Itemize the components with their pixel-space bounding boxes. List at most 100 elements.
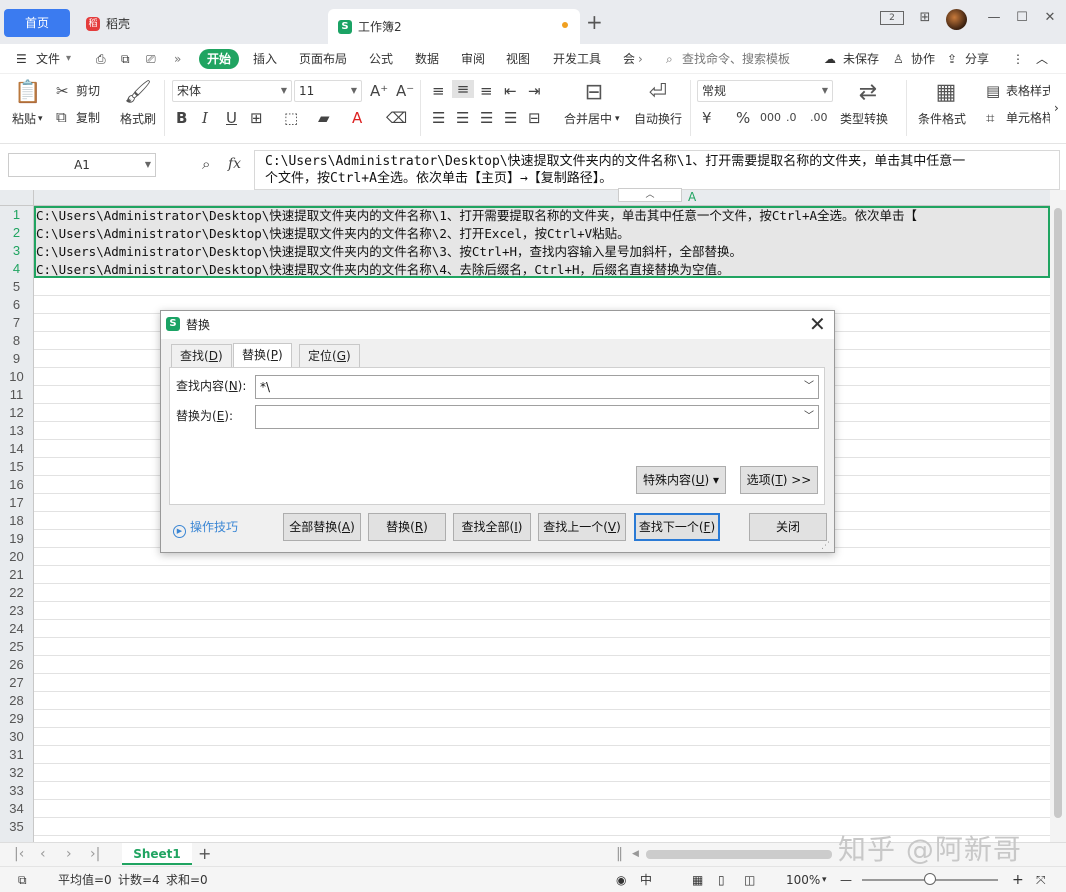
decrease-font-icon[interactable]: A⁻ xyxy=(396,82,414,100)
align-bottom-icon[interactable]: ≡ xyxy=(480,82,493,100)
new-tab-plus-icon[interactable]: + xyxy=(586,12,603,32)
export-pdf-icon[interactable]: ⧉ xyxy=(121,50,130,68)
decrease-indent-icon[interactable]: ⇤ xyxy=(504,82,517,100)
menu-view[interactable]: 视图 xyxy=(506,50,530,68)
replace-all-button[interactable]: 全部替换(A) xyxy=(283,513,361,541)
align-left-icon[interactable]: ☰ xyxy=(432,109,445,127)
row-header[interactable]: 13 xyxy=(0,422,33,440)
add-sheet-plus-icon[interactable]: + xyxy=(198,845,211,863)
zoom-out-icon[interactable]: — xyxy=(840,872,852,888)
prev-sheet-icon[interactable]: ‹ xyxy=(40,845,46,863)
format-painter-button[interactable]: 格式刷 xyxy=(120,111,156,127)
fullscreen-icon[interactable]: ⤧ xyxy=(1036,872,1046,888)
merge-center-button[interactable]: 合并居中 xyxy=(564,111,612,127)
menu-developer[interactable]: 开发工具 xyxy=(553,50,601,68)
percent-icon[interactable]: % xyxy=(736,109,750,127)
row-header[interactable]: 28 xyxy=(0,692,33,710)
user-avatar[interactable] xyxy=(946,9,967,30)
cell-a2[interactable]: C:\Users\Administrator\Desktop\快速提取文件夹内的… xyxy=(36,225,1048,243)
menu-data[interactable]: 数据 xyxy=(415,50,439,68)
number-format-select[interactable]: 常规 ▼ xyxy=(697,80,833,102)
macro-record-icon[interactable]: ⧉ xyxy=(18,872,27,888)
row-header[interactable]: 11 xyxy=(0,386,33,404)
row-header[interactable]: 15 xyxy=(0,458,33,476)
cell-border-style-icon[interactable]: ⬚ xyxy=(284,109,298,127)
page-layout-view-icon[interactable]: ▯ xyxy=(718,872,725,888)
eye-protect-icon[interactable]: ◉ xyxy=(616,872,626,888)
ribbon-scroll-right-icon[interactable]: › xyxy=(1054,100,1059,116)
row-header[interactable]: 4 xyxy=(0,260,33,278)
type-convert-icon[interactable]: ⇄ xyxy=(854,80,882,106)
clear-eraser-icon[interactable]: ⌫ xyxy=(386,109,407,127)
row-header[interactable]: 8 xyxy=(0,332,33,350)
row-header[interactable]: 1 xyxy=(0,206,33,224)
find-content-input[interactable]: *\ ﹀ xyxy=(255,375,819,399)
font-name-select[interactable]: 宋体 ▼ xyxy=(172,80,292,102)
last-sheet-icon[interactable]: ›| xyxy=(90,845,100,863)
row-header[interactable]: 21 xyxy=(0,566,33,584)
chevron-down-icon[interactable]: ﹀ xyxy=(804,406,814,428)
language-icon[interactable]: 中 xyxy=(640,872,652,888)
command-search-input[interactable]: 查找命令、搜索模板 xyxy=(682,50,790,68)
menu-member[interactable]: 会 xyxy=(623,50,635,68)
replace-button[interactable]: 替换(R) xyxy=(368,513,446,541)
scroll-left-icon[interactable]: ◀ xyxy=(632,845,639,863)
more-quick-icon[interactable]: » xyxy=(174,50,181,68)
distributed-align-icon[interactable]: ⊟ xyxy=(528,109,541,127)
dialog-title-bar[interactable]: S 替换 ✕ xyxy=(161,311,834,339)
next-sheet-icon[interactable]: › xyxy=(66,845,72,863)
row-header[interactable]: 25 xyxy=(0,638,33,656)
name-box[interactable]: A1 ▼ xyxy=(8,153,156,177)
replace-with-input[interactable]: ﹀ xyxy=(255,405,819,429)
paste-button[interactable]: 粘贴 xyxy=(12,111,36,127)
zoom-in-icon[interactable]: + xyxy=(1012,872,1024,888)
justify-icon[interactable]: ☰ xyxy=(504,109,517,127)
unsaved-button[interactable]: 未保存 xyxy=(843,50,879,68)
type-convert-button[interactable]: 类型转换 xyxy=(840,111,888,127)
cell-a3[interactable]: C:\Users\Administrator\Desktop\快速提取文件夹内的… xyxy=(36,243,1048,261)
paste-icon[interactable]: 📋 xyxy=(14,80,42,106)
zoom-level[interactable]: 100% xyxy=(786,872,820,888)
decrease-decimal-icon[interactable]: .00 xyxy=(810,109,828,127)
column-a-label[interactable]: A xyxy=(688,190,696,204)
row-header[interactable]: 10 xyxy=(0,368,33,386)
split-handle-icon[interactable]: ‖ xyxy=(616,845,623,863)
tips-link[interactable]: ▶ 操作技巧 xyxy=(173,519,238,538)
workbook-tab[interactable]: S 工作簿2 xyxy=(328,9,580,44)
align-right-icon[interactable]: ☰ xyxy=(480,109,493,127)
menu-insert[interactable]: 插入 xyxy=(253,50,277,68)
chevron-down-icon[interactable]: ﹀ xyxy=(804,376,814,398)
special-content-button[interactable]: 特殊内容(U) ▾ xyxy=(636,466,726,494)
save-icon[interactable]: ⎙ xyxy=(96,50,106,68)
tab-find[interactable]: 查找(D) xyxy=(171,344,232,368)
row-header[interactable]: 12 xyxy=(0,404,33,422)
align-center-icon[interactable]: ☰ xyxy=(456,109,469,127)
row-header[interactable]: 7 xyxy=(0,314,33,332)
menu-formula[interactable]: 公式 xyxy=(369,50,393,68)
tab-goto[interactable]: 定位(G) xyxy=(299,344,360,368)
conditional-format-button[interactable]: 条件格式 xyxy=(918,111,966,127)
menu-review[interactable]: 审阅 xyxy=(461,50,485,68)
italic-icon[interactable]: I xyxy=(202,109,208,127)
row-header[interactable]: 16 xyxy=(0,476,33,494)
row-header[interactable]: 24 xyxy=(0,620,33,638)
row-header[interactable]: 17 xyxy=(0,494,33,512)
merge-center-icon[interactable]: ⊟ xyxy=(580,80,608,106)
file-chevron-down-icon[interactable]: ▾ xyxy=(66,50,71,68)
wrap-text-icon[interactable]: ⏎ xyxy=(644,80,672,106)
row-header[interactable]: 19 xyxy=(0,530,33,548)
daoke-tab[interactable]: 稻 稻壳 xyxy=(76,9,324,39)
format-painter-icon[interactable]: 🖌 xyxy=(124,80,152,106)
increase-font-icon[interactable]: A⁺ xyxy=(370,82,388,100)
sheet-tab-sheet1[interactable]: Sheet1 xyxy=(122,843,192,865)
vertical-scroll-thumb[interactable] xyxy=(1054,208,1062,818)
close-button[interactable]: 关闭 xyxy=(749,513,827,541)
row-header[interactable]: 33 xyxy=(0,782,33,800)
row-header[interactable]: 30 xyxy=(0,728,33,746)
cell-style-button[interactable]: 单元格样式 xyxy=(1006,110,1050,126)
home-tab[interactable]: 首页 xyxy=(4,9,70,37)
cut-button[interactable]: 剪切 xyxy=(76,83,100,99)
tab-replace[interactable]: 替换(P) xyxy=(233,343,292,369)
resize-grip-icon[interactable]: ⋰ xyxy=(821,541,830,551)
row-header[interactable]: 22 xyxy=(0,584,33,602)
